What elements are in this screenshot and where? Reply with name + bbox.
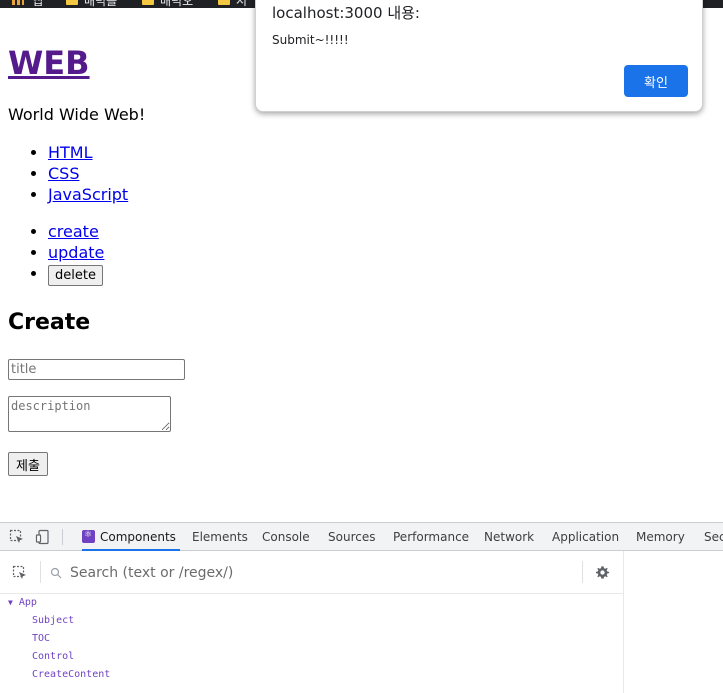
toolbar-separator xyxy=(62,529,63,545)
title-input[interactable] xyxy=(8,359,185,380)
toc-item: CSS xyxy=(48,163,128,184)
control-list: create update delete xyxy=(8,221,104,286)
toc-link-javascript[interactable]: JavaScript xyxy=(48,185,128,204)
folder-icon xyxy=(142,0,154,5)
alert-title: localhost:3000 내용: xyxy=(272,4,420,22)
alert-message: Submit~!!!!! xyxy=(272,33,349,47)
toc-link-css[interactable]: CSS xyxy=(48,164,79,183)
tab-console[interactable]: Console xyxy=(262,523,310,551)
alert-ok-button[interactable]: 확인 xyxy=(624,65,688,97)
tab-security[interactable]: Sec xyxy=(704,523,723,551)
gear-icon[interactable] xyxy=(595,565,610,580)
create-heading: Create xyxy=(8,310,91,335)
bookmark-folder-3[interactable]: 시 xyxy=(218,0,247,8)
tab-label: Components xyxy=(100,530,176,544)
component-search-input[interactable] xyxy=(68,563,568,583)
bookmark-folder-label: 배덕오 xyxy=(160,0,194,8)
toc-link-html[interactable]: HTML xyxy=(48,143,93,162)
folder-icon xyxy=(66,0,78,5)
bookmark-apps-label: 앱 xyxy=(32,0,44,8)
react-icon xyxy=(82,529,95,543)
tree-item-label: App xyxy=(18,597,37,608)
alert-dialog: localhost:3000 내용: Submit~!!!!! 확인 xyxy=(255,0,703,112)
tree-item-control[interactable]: Control xyxy=(32,651,74,662)
inspect-element-icon[interactable] xyxy=(9,529,25,545)
bookmark-folder-2[interactable]: 배덕오 xyxy=(142,0,193,8)
description-textarea[interactable] xyxy=(8,396,171,432)
tab-sources[interactable]: Sources xyxy=(328,523,375,551)
toc-item: JavaScript xyxy=(48,184,128,205)
tab-application[interactable]: Application xyxy=(552,523,619,551)
site-title: WEB xyxy=(8,40,90,86)
create-link[interactable]: create xyxy=(48,222,99,241)
tree-item-root[interactable]: ▼ App xyxy=(8,597,37,608)
control-item: update xyxy=(48,242,104,263)
props-pane xyxy=(623,551,723,693)
delete-button[interactable]: delete xyxy=(48,265,103,286)
site-title-link[interactable]: WEB xyxy=(8,44,90,82)
tab-network[interactable]: Network xyxy=(484,523,534,551)
bookmark-folder-label: 배덕볼 xyxy=(84,0,118,8)
folder-icon xyxy=(218,0,230,5)
update-link[interactable]: update xyxy=(48,243,104,262)
triangle-down-icon: ▼ xyxy=(8,598,13,607)
device-toolbar-icon[interactable] xyxy=(35,529,51,545)
bookmark-apps[interactable]: 앱 xyxy=(12,0,43,8)
bookmark-folder-label: 시 xyxy=(236,0,248,8)
search-separator xyxy=(40,561,41,583)
devtools-tabbar: Components Elements Console Sources Perf… xyxy=(0,523,723,551)
tree-item-subject[interactable]: Subject xyxy=(32,615,74,626)
component-search-row xyxy=(0,551,623,594)
tab-components[interactable]: Components xyxy=(82,523,180,551)
control-item: delete xyxy=(48,263,104,286)
toc-item: HTML xyxy=(48,142,128,163)
intro-text: World Wide Web! xyxy=(8,105,146,124)
bookmark-folder-1[interactable]: 배덕볼 xyxy=(66,0,117,8)
submit-button[interactable]: 제출 xyxy=(8,452,48,476)
tab-performance[interactable]: Performance xyxy=(393,523,469,551)
tab-memory[interactable]: Memory xyxy=(636,523,685,551)
tree-item-createcontent[interactable]: CreateContent xyxy=(32,669,110,680)
toc-list: HTML CSS JavaScript xyxy=(8,142,128,205)
search-icon xyxy=(50,567,62,579)
control-item: create xyxy=(48,221,104,242)
apps-grid-icon xyxy=(12,0,24,5)
search-separator xyxy=(582,561,583,583)
tab-elements[interactable]: Elements xyxy=(192,523,248,551)
devtools-panel: Components Elements Console Sources Perf… xyxy=(0,522,723,693)
select-component-icon[interactable] xyxy=(12,565,28,581)
tree-item-toc[interactable]: TOC xyxy=(32,633,50,644)
